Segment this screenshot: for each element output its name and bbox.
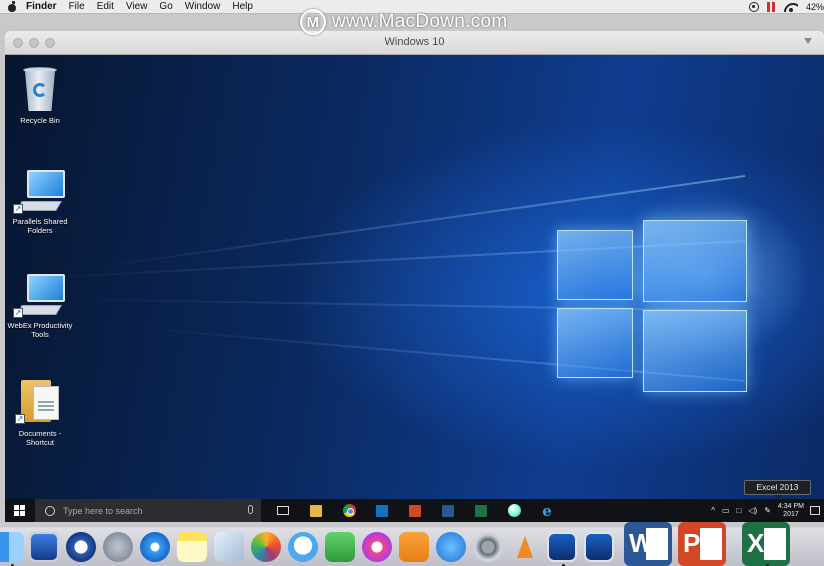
- dock-mission-control-icon[interactable]: [29, 532, 59, 562]
- windows-logo-wallpaper: [553, 220, 749, 402]
- taskbar-outlook[interactable]: [371, 499, 393, 522]
- battery-percent[interactable]: 42%: [806, 2, 824, 12]
- volume-icon[interactable]: ◁): [748, 506, 757, 515]
- dock-parallels-vm-icon[interactable]: [584, 532, 614, 562]
- menu-window[interactable]: Window: [185, 0, 221, 14]
- sphere-app-icon: [507, 504, 521, 517]
- action-center-icon[interactable]: [810, 506, 820, 515]
- menu-extras: 42%: [748, 0, 824, 14]
- excel-tooltip: Excel 2013: [744, 480, 811, 499]
- dock-finder-icon[interactable]: [0, 532, 24, 562]
- mac-dock: W P X: [0, 522, 824, 566]
- recycle-bin-icon: [19, 63, 61, 113]
- dock-parallels-windows-icon[interactable]: [547, 532, 577, 562]
- desktop-icon-documents-shortcut[interactable]: ↗ Documents - Shortcut: [5, 376, 76, 447]
- clock-date: 2017: [783, 510, 799, 518]
- microphone-icon[interactable]: [248, 505, 253, 514]
- desktop-icon-recycle-bin[interactable]: Recycle Bin: [5, 63, 76, 125]
- clock-time: 4:34 PM: [777, 502, 804, 510]
- excel-icon: [475, 504, 487, 517]
- battery-icon[interactable]: ▭: [722, 506, 730, 515]
- wifi-icon[interactable]: [784, 2, 798, 12]
- taskbar-clock[interactable]: 4:34 PM 2017: [778, 503, 804, 519]
- outlook-icon: [376, 504, 388, 517]
- desktop-icon-label: WebEx Productivity Tools: [7, 321, 73, 339]
- taskbar-file-explorer[interactable]: [305, 499, 327, 522]
- dock-powerpoint-icon[interactable]: P: [678, 522, 726, 566]
- taskbar-excel[interactable]: [470, 499, 492, 522]
- vm-window: Windows 10 Recycle Bin ↗ Parallels Share…: [5, 31, 824, 522]
- taskbar-powerpoint[interactable]: [404, 499, 426, 522]
- windows-taskbar: Type here to search e ^ ▭ □ ◁) ✎ 4:34 PM…: [5, 499, 824, 522]
- taskbar-search-box[interactable]: Type here to search: [35, 499, 261, 522]
- desktop-icon-parallels-shared-folders[interactable]: ↗ Parallels Shared Folders: [5, 170, 76, 235]
- system-tray: ^ ▭ □ ◁) ✎ 4:34 PM 2017: [711, 499, 824, 522]
- chevron-up-icon[interactable]: ^: [711, 506, 715, 515]
- edge-icon: e: [542, 501, 552, 520]
- dock-photos-icon[interactable]: [251, 532, 281, 562]
- chevron-down-icon[interactable]: [804, 38, 812, 44]
- menu-view[interactable]: View: [126, 0, 148, 14]
- dock-messages-icon[interactable]: [288, 532, 318, 562]
- parallels-menu-icon[interactable]: [766, 2, 776, 12]
- watermark-text: www.MacDown.com: [332, 11, 508, 32]
- chrome-icon: [342, 504, 356, 517]
- dock-launchpad-icon[interactable]: [103, 532, 133, 562]
- monitor-shortcut-icon: ↗: [13, 170, 67, 214]
- pen-icon[interactable]: ✎: [764, 506, 771, 515]
- taskbar-edge[interactable]: e: [536, 499, 558, 522]
- desktop-icon-label: Documents - Shortcut: [18, 429, 62, 447]
- dock-vlc-icon[interactable]: [510, 532, 540, 562]
- task-view-icon: [277, 506, 289, 515]
- dock-word-icon[interactable]: W: [624, 522, 672, 566]
- menu-edit[interactable]: Edit: [97, 0, 114, 14]
- dock-ibooks-icon[interactable]: [399, 532, 429, 562]
- task-view-button[interactable]: [272, 499, 294, 522]
- start-button[interactable]: [5, 499, 33, 522]
- dock-app-store-icon[interactable]: [436, 532, 466, 562]
- menu-go[interactable]: Go: [159, 0, 172, 14]
- search-placeholder: Type here to search: [63, 505, 143, 516]
- windows-desktop[interactable]: Recycle Bin ↗ Parallels Shared Folders ↗…: [5, 55, 824, 499]
- watermark: M www.MacDown.com: [300, 8, 508, 36]
- powerpoint-icon: [409, 504, 421, 517]
- desktop-icon-webex-productivity-tools[interactable]: ↗ WebEx Productivity Tools: [5, 274, 76, 339]
- vm-window-title: Windows 10: [384, 36, 445, 48]
- cortana-icon: [45, 505, 55, 516]
- menu-help[interactable]: Help: [232, 0, 253, 14]
- windows-icon: [13, 505, 25, 516]
- dock-notes-icon[interactable]: [177, 532, 207, 562]
- menu-file[interactable]: File: [69, 0, 85, 14]
- folder-shortcut-icon: ↗: [13, 376, 67, 426]
- network-icon[interactable]: □: [737, 506, 742, 515]
- dock-quicktime-icon[interactable]: [66, 532, 96, 562]
- apple-menu-icon[interactable]: [7, 1, 17, 12]
- desktop-icon-label: Parallels Shared Folders: [12, 217, 68, 235]
- screen: Finder File Edit View Go Window Help 42%…: [0, 0, 824, 566]
- word-icon: [442, 504, 454, 517]
- taskbar-chrome[interactable]: [338, 499, 360, 522]
- dock-excel-icon[interactable]: X: [742, 522, 790, 566]
- dock-facetime-icon[interactable]: [325, 532, 355, 562]
- taskbar-word[interactable]: [437, 499, 459, 522]
- monitor-shortcut-icon: ↗: [13, 274, 67, 318]
- dock-itunes-icon[interactable]: [362, 532, 392, 562]
- watermark-logo: M: [300, 9, 326, 35]
- menu-finder[interactable]: Finder: [26, 0, 57, 14]
- taskbar-sphere-app[interactable]: [503, 499, 525, 522]
- dock-preview-icon[interactable]: [214, 532, 244, 562]
- dock-safari-icon[interactable]: [140, 532, 170, 562]
- screen-record-icon[interactable]: [748, 2, 759, 12]
- folder-icon: [310, 504, 322, 517]
- desktop-icon-label: Recycle Bin: [20, 116, 60, 125]
- dock-system-preferences-icon[interactable]: [473, 532, 503, 562]
